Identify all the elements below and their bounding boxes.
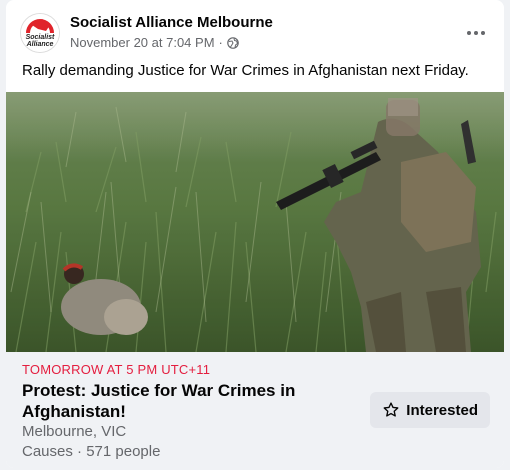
svg-text:Socialist: Socialist (26, 34, 55, 41)
event-location: Melbourne, VIC (22, 423, 127, 440)
interested-button[interactable]: Interested (370, 392, 490, 428)
post-meta: November 20 at 7:04 PM · (70, 35, 239, 50)
meta-separator: · (218, 35, 223, 50)
post-timestamp[interactable]: November 20 at 7:04 PM (70, 35, 215, 50)
post-header: Socialist Alliance Socialist Alliance Me… (20, 13, 490, 55)
post-text: Rally demanding Justice for War Crimes i… (22, 62, 469, 79)
globe-icon[interactable] (227, 36, 239, 49)
event-date: TOMORROW AT 5 PM UTC+11 (22, 362, 211, 377)
soldier-in-wheat-field-image (6, 92, 504, 352)
event-title-link[interactable]: Protest: Justice for War Crimes in Afgha… (22, 380, 312, 422)
event-category-people: Causes · 571 people (22, 443, 161, 460)
page-avatar[interactable]: Socialist Alliance (20, 13, 60, 53)
svg-text:Alliance: Alliance (26, 41, 54, 48)
post-photo[interactable] (6, 92, 504, 352)
more-options-icon[interactable] (462, 23, 490, 43)
interested-label: Interested (406, 401, 478, 419)
page-name-link[interactable]: Socialist Alliance Melbourne (70, 14, 273, 31)
event-attachment[interactable]: TOMORROW AT 5 PM UTC+11 Protest: Justice… (6, 352, 504, 468)
socialist-alliance-logo: Socialist Alliance (21, 14, 59, 52)
star-icon (383, 402, 399, 417)
post-card: Socialist Alliance Socialist Alliance Me… (6, 0, 504, 468)
